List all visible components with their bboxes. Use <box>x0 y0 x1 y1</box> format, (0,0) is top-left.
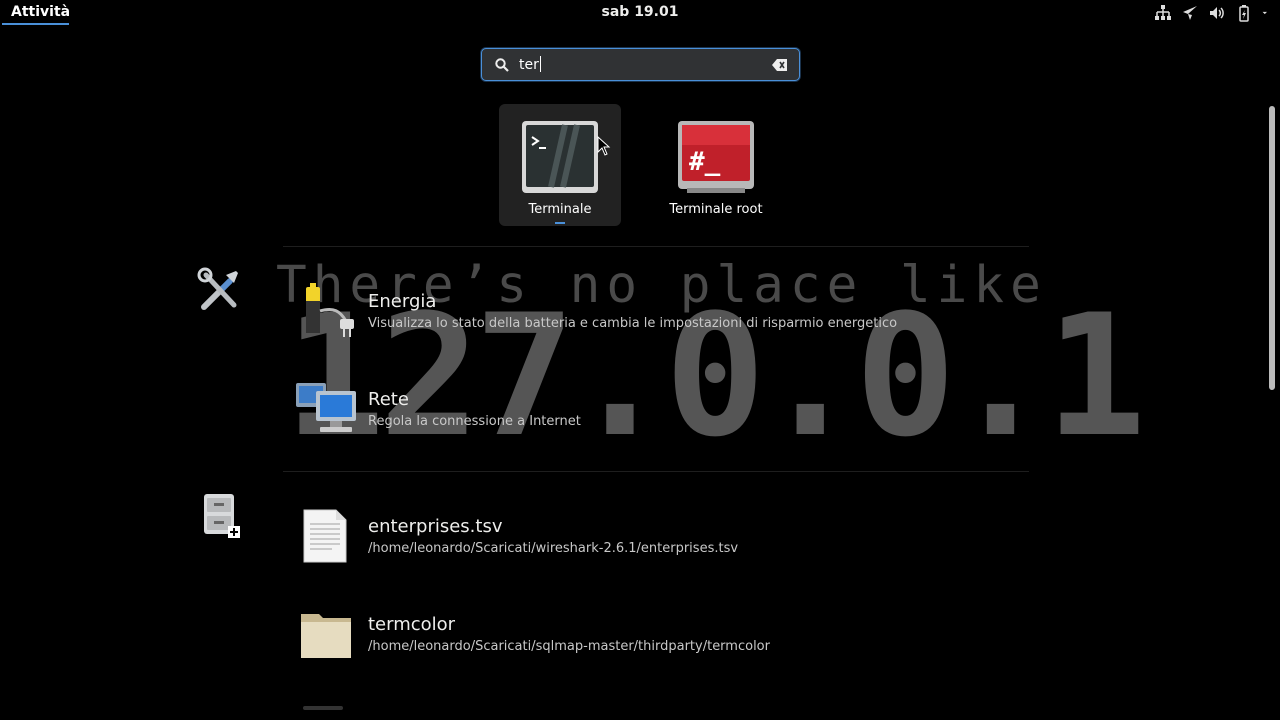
next-result-partial[interactable] <box>303 706 343 710</box>
settings-result-rete[interactable]: Rete Regola la connessione a Internet <box>294 381 994 451</box>
result-path: /home/leonardo/Scaricati/wireshark-2.6.1… <box>368 541 739 556</box>
result-title: Rete <box>368 389 409 410</box>
settings-provider-icon[interactable] <box>196 267 242 313</box>
section-separator <box>283 246 1029 247</box>
file-result-termcolor[interactable]: termcolor /home/leonardo/Scaricati/sqlma… <box>294 606 994 676</box>
settings-result-energia[interactable]: Energia Visualizza lo stato della batter… <box>294 283 994 353</box>
network-icon[interactable] <box>1154 4 1172 22</box>
volume-icon[interactable] <box>1208 4 1226 22</box>
app-result-terminal-root[interactable]: #_ Terminale root <box>655 104 777 226</box>
clock[interactable]: sab 19.01 <box>560 0 720 25</box>
battery-power-icon <box>306 283 354 337</box>
result-description: Visualizza lo stato della batteria e cam… <box>368 316 898 331</box>
section-separator <box>283 471 1029 472</box>
app-label-terminal: Terminale <box>528 202 592 217</box>
battery-icon[interactable] <box>1235 4 1253 22</box>
results-scrollbar[interactable] <box>1269 106 1275 390</box>
svg-text:#_: #_ <box>689 147 721 177</box>
network-computer-icon <box>296 383 356 432</box>
system-tray[interactable] <box>1154 4 1272 22</box>
result-title: enterprises.tsv <box>368 516 503 537</box>
text-file-icon <box>303 509 347 563</box>
search-icon <box>495 58 509 72</box>
file-result-enterprises[interactable]: enterprises.tsv /home/leonardo/Scaricati… <box>294 508 994 578</box>
clear-icon[interactable] <box>772 58 788 72</box>
result-description: Regola la connessione a Internet <box>368 414 581 429</box>
top-bar: Attività sab 19.01 <box>0 0 1280 27</box>
file-cabinet-provider-icon[interactable] <box>196 492 242 538</box>
menu-arrow-icon[interactable] <box>1262 4 1272 22</box>
terminal-icon <box>522 121 598 193</box>
app-result-terminal[interactable]: Terminale <box>499 104 621 226</box>
app-label-terminal-root: Terminale root <box>669 202 763 217</box>
result-title: Energia <box>368 291 437 312</box>
activities-indicator <box>2 23 69 25</box>
result-path: /home/leonardo/Scaricati/sqlmap-master/t… <box>368 639 770 654</box>
folder-icon <box>301 614 351 658</box>
search-entry[interactable]: ter <box>481 48 800 81</box>
root-terminal-icon: #_ <box>678 121 754 193</box>
result-title: termcolor <box>368 614 456 635</box>
app-running-indicator <box>555 222 565 224</box>
mouse-pointer-icon <box>597 136 611 156</box>
airplane-mode-icon[interactable] <box>1181 4 1199 22</box>
search-input[interactable]: ter <box>519 56 541 74</box>
